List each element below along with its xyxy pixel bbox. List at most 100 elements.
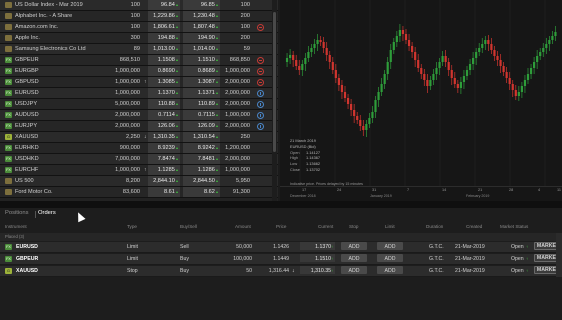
candle-body: [499, 60, 502, 66]
bid-price-button[interactable]: 1,229.86 ▴: [148, 11, 180, 21]
candle-body: [285, 58, 289, 62]
info-icon[interactable]: [257, 112, 264, 119]
orders-scrollbar[interactable]: [556, 233, 562, 277]
order-symbol[interactable]: GBPEUR: [16, 254, 38, 264]
ask-price-button[interactable]: 96.85 ▴: [183, 0, 220, 10]
col-created[interactable]: Created: [466, 224, 482, 229]
bid-price-button[interactable]: 7.8474 ▴: [148, 154, 180, 164]
order-current: 1,310.35: [310, 268, 331, 274]
candle-body: [465, 70, 469, 76]
bid-price-button[interactable]: 0.8690 ▴: [148, 66, 180, 76]
ask-price-button[interactable]: 1.1371 ▴: [183, 88, 220, 98]
orders-group-placed[interactable]: Placed (3): [0, 233, 562, 241]
ask-price-button[interactable]: 1.1510 ▴: [183, 55, 220, 65]
ask-price-button[interactable]: 1,230.48 ▴: [183, 11, 220, 21]
bid-price-button[interactable]: 8.9239 ▴: [148, 143, 180, 153]
ask-price-button[interactable]: 110.89 ▴: [183, 99, 220, 109]
watchlist-row[interactable]: Alphabet Inc. - A Share 100 1,229.86 ▴ 1,23…: [0, 11, 278, 22]
ask-price-button[interactable]: 194.90 ▴: [183, 33, 220, 43]
ask-price-button[interactable]: 8.62 ▴: [183, 187, 220, 197]
info-icon[interactable]: [257, 90, 264, 97]
watchlist-row[interactable]: FX EURHKD 900,000 8.9239 ▴ 8.9242 ▴ 1,200,000: [0, 143, 278, 154]
bid-price-button[interactable]: 1.1370 ▴: [148, 88, 180, 98]
bid-price-button[interactable]: 126.06 ▴: [148, 121, 180, 131]
alert-icon[interactable]: [257, 79, 264, 86]
add-stop-button[interactable]: ADD: [341, 254, 367, 262]
bid-price-button[interactable]: 96.84 ▴: [148, 0, 180, 10]
watchlist-row[interactable]: Apple Inc. 300 194.88 ▴ 194.90 ▴ 200: [0, 33, 278, 44]
col-amount[interactable]: Amount: [235, 224, 251, 229]
bid-price-button[interactable]: 1,310.35 ▴: [148, 132, 180, 142]
add-limit-button[interactable]: ADD: [377, 254, 403, 262]
add-limit-button[interactable]: ADD: [377, 242, 403, 250]
watchlist-row[interactable]: FX EURUSD 1,000,000 1.1370 ▴ 1.1371 ▴ 2,000,0…: [0, 88, 278, 99]
ask-price-button[interactable]: 1.3087 ▴: [183, 77, 220, 87]
ask-price-button[interactable]: 1,014.00 ▴: [183, 44, 220, 54]
col-buysell[interactable]: Buy/Sell: [180, 224, 197, 229]
col-stop[interactable]: Stop: [349, 224, 358, 229]
add-stop-button[interactable]: ADD: [341, 266, 367, 274]
bid-price-button[interactable]: 1,013.00 ▴: [148, 44, 180, 54]
watchlist-row[interactable]: FX USDHKD 7,000,000 7.8474 ▴ 7.8481 ▴ 2,000,0…: [0, 154, 278, 165]
col-market-status[interactable]: Market Status: [500, 224, 528, 229]
watchlist-row[interactable]: FX EURGBP 1,000,000 0.8690 ▴ 0.8689 ▴ 1,000,0…: [0, 66, 278, 77]
watchlist-row[interactable]: FX AUDUSD 2,000,000 0.7114 ▴ 0.7115 ▴ 1,000,0…: [0, 110, 278, 121]
add-stop-button[interactable]: ADD: [341, 242, 367, 250]
info-icon[interactable]: [257, 123, 264, 130]
watchlist-row[interactable]: FX EURJPY 2,000,000 126.06 ▴ 126.09 ▴ 2,000,0…: [0, 121, 278, 132]
tab-positions[interactable]: Positions: [5, 210, 29, 216]
col-instrument[interactable]: Instrument: [5, 224, 27, 229]
alert-icon[interactable]: [257, 24, 264, 31]
col-price[interactable]: Price: [276, 224, 286, 229]
trade-amount: 2,000,000: [225, 156, 250, 162]
bid-price-button[interactable]: 1,806.61 ▴: [148, 22, 180, 32]
col-limit[interactable]: Limit: [385, 224, 395, 229]
bid-price-button[interactable]: 0.7114 ▴: [148, 110, 180, 120]
col-current[interactable]: Current: [318, 224, 333, 229]
ask-price-button[interactable]: 1.1286 ▴: [183, 165, 220, 175]
ask-price-button[interactable]: 0.8689 ▴: [183, 66, 220, 76]
ask-price-button[interactable]: 7.8481 ▴: [183, 154, 220, 164]
tab-orders[interactable]: Orders: [38, 210, 56, 216]
col-duration[interactable]: Duration: [426, 224, 443, 229]
alert-icon[interactable]: [257, 57, 264, 64]
info-icon[interactable]: [257, 101, 264, 108]
ask-price-button[interactable]: 2,844.50 ▴: [183, 176, 220, 186]
candlestick-plot[interactable]: [280, 0, 562, 186]
bid-price-button[interactable]: 8.61 ▴: [148, 187, 180, 197]
watchlist-row[interactable]: Ford Motor Co. 83,600 8.61 ▴ 8.62 ▴ 91,300: [0, 187, 278, 198]
bid-price-button[interactable]: 110.88 ▴: [148, 99, 180, 109]
bid-price-button[interactable]: 2,844.10 ▴: [148, 176, 180, 186]
add-limit-button[interactable]: ADD: [377, 266, 403, 274]
ohlc-close: Close 1.13702: [290, 166, 321, 172]
order-symbol[interactable]: XAUUSD: [16, 266, 38, 276]
ask-price-button[interactable]: 126.09 ▴: [183, 121, 220, 131]
bid-price-button[interactable]: 1.1508 ▴: [148, 55, 180, 65]
bid-price-button[interactable]: 1.3085 ▴: [148, 77, 180, 87]
watchlist-row[interactable]: US Dollar Index - Mar 2019 100 96.84 ▴ 96.8…: [0, 0, 278, 11]
order-row[interactable]: G XAUUSD Stop Buy 50 1,316.44 ↓ 1,310.35 ↑ ADD ADD…: [0, 266, 562, 277]
ask-price-button[interactable]: 0.7115 ▴: [183, 110, 220, 120]
ask-price-button[interactable]: 8.9242 ▴: [183, 143, 220, 153]
order-row[interactable]: FX EURUSD Limit Sell 50,000 1.1426 1.1370 ↑ ADD A…: [0, 242, 562, 253]
watchlist-row[interactable]: FX GBPEUR 868,510 1.1508 ▴ 1.1510 ▴ 868,850: [0, 55, 278, 66]
order-row[interactable]: FX GBPEUR Limit Buy 100,000 1.1449 1.1510 ↑ ADD A…: [0, 254, 562, 265]
watchlist-row[interactable]: FX EURCHF 1,000,000 ↑ 1.1285 ▴ 1.1286 ▴ 1,000,…: [0, 165, 278, 176]
bid-price-button[interactable]: 1.1285 ▴: [148, 165, 180, 175]
watchlist-row[interactable]: US 500 8,200 2,844.10 ▴ 2,844.50 ▴ 5,950: [0, 176, 278, 187]
panel-splitter[interactable]: [0, 201, 562, 208]
col-type[interactable]: Type: [127, 224, 137, 229]
watchlist-row[interactable]: FX GBPUSD 1,000,000 ↑ 1.3085 ▴ 1.3087 ▴ 2,000,…: [0, 77, 278, 88]
watchlist-row[interactable]: Amazon.com Inc. 100 1,806.61 ▴ 1,807.48 ▴ 10…: [0, 22, 278, 33]
price-chart[interactable]: 21 March 2019 EURUSD (Bid) Open 1.14127 H…: [280, 0, 562, 201]
watchlist-row[interactable]: FX USDJPY 5,000,000 110.88 ▴ 110.89 ▴ 2,000,0…: [0, 99, 278, 110]
ask-price-button[interactable]: 1,310.54 ▴: [183, 132, 220, 142]
watchlist-row[interactable]: G XAUUSD 2,250 ↓ 1,310.35 ▴ 1,310.54 ▴ 250: [0, 132, 278, 143]
watchlist-row[interactable]: Samsung Electronics Co Ltd 89 1,013.00 ▴ 1,…: [0, 44, 278, 55]
watchlist-scroll-thumb[interactable]: [273, 12, 276, 152]
ask-price-button[interactable]: 1,807.48 ▴: [183, 22, 220, 32]
order-symbol[interactable]: EURUSD: [16, 242, 38, 252]
candle-body: [514, 90, 517, 96]
alert-icon[interactable]: [257, 68, 264, 75]
bid-price-button[interactable]: 194.88 ▴: [148, 33, 180, 43]
